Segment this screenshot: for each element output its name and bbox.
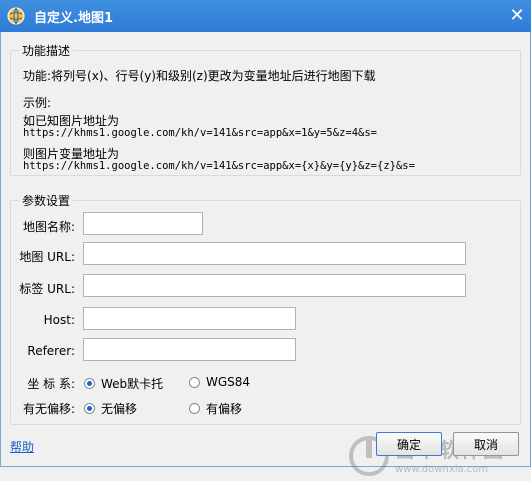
radio-unselected-icon [189,376,200,388]
offset-option-label: 无偏移 [101,402,138,416]
cancel-button[interactable]: 取消 [453,432,519,456]
offset-option-label: 有偏移 [206,402,243,416]
offset-label: 有无偏移: [22,402,75,416]
known-url-text: https://khms1.google.com/kh/v=141&src=ap… [23,127,378,139]
host-input[interactable] [83,307,296,330]
coord-option-label: Web默卡托 [101,377,164,391]
function-text: 功能:将列号(x)、行号(y)和级别(z)更改为变量地址后进行地图下载 [23,69,376,83]
variable-url-text: https://khms1.google.com/kh/v=141&src=ap… [23,160,415,172]
description-group-title: 功能描述 [19,42,74,59]
watermark-url: www.downxia.com [395,464,489,475]
params-group-title: 参数设置 [19,192,74,209]
params-group: 参数设置 地图名称: 地图 URL: 标签 URL: Host: Referer… [10,192,521,425]
referer-label: Referer: [27,344,75,358]
description-group: 功能描述 功能:将列号(x)、行号(y)和级别(z)更改为变量地址后进行地图下载… [10,42,521,176]
example-label: 示例: [23,96,52,110]
referer-input[interactable] [83,338,296,361]
radio-unselected-icon [189,403,200,414]
globe-app-icon [7,7,25,25]
host-label: Host: [43,313,75,327]
radio-selected-icon [84,378,95,389]
close-icon: ✕ [509,4,525,26]
title-bar[interactable]: 自定义.地图1 ✕ [0,0,531,32]
ok-button[interactable]: 确定 [376,432,442,456]
map-name-label: 地图名称: [22,220,75,234]
tag-url-label: 标签 URL: [19,282,75,296]
coord-option-label: WGS84 [206,375,251,389]
dialog-body: 功能描述 功能:将列号(x)、行号(y)和级别(z)更改为变量地址后进行地图下载… [0,32,531,476]
offset-option-none[interactable]: 无偏移 [84,400,137,417]
map-url-label: 地图 URL: [19,250,75,264]
window-title: 自定义.地图1 [34,10,113,26]
coord-system-label: 坐 标 系: [27,377,75,391]
tag-url-input[interactable] [83,274,466,297]
close-button[interactable]: ✕ [503,0,531,30]
help-link[interactable]: 帮助 [10,438,34,455]
offset-option-has[interactable]: 有偏移 [189,400,242,417]
map-name-input[interactable] [83,212,203,235]
coord-option-wgs84[interactable]: WGS84 [189,375,250,389]
coord-option-web-mercator[interactable]: Web默卡托 [84,375,163,392]
map-url-input[interactable] [83,242,466,265]
radio-selected-icon [84,403,95,414]
